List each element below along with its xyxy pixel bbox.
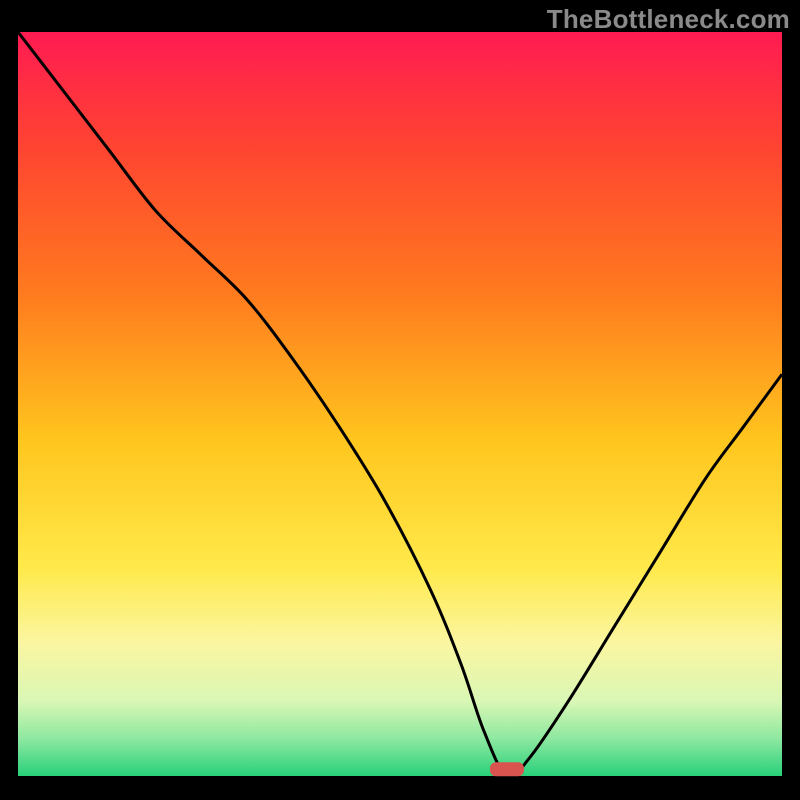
plot-background bbox=[18, 32, 782, 776]
bottleneck-chart bbox=[0, 0, 800, 800]
chart-container: TheBottleneck.com bbox=[0, 0, 800, 800]
optimal-marker bbox=[490, 762, 524, 776]
watermark-text: TheBottleneck.com bbox=[547, 4, 790, 35]
